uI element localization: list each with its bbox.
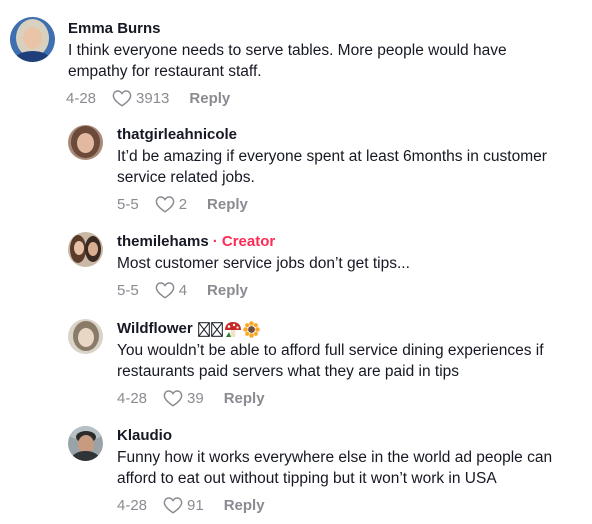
comment-username[interactable]: Emma Burns [68, 19, 161, 39]
comment-text-line: restaurants paid servers what they are p… [117, 363, 460, 380]
comment-date: 4-28 [117, 496, 148, 514]
comment-text-line: It’d be amazing if everyone spent at lea… [117, 148, 547, 165]
like-count: 4 [178, 281, 188, 299]
like-count: 39 [187, 389, 204, 407]
avatar[interactable] [68, 319, 103, 354]
comment-date: 4-28 [117, 389, 148, 407]
comment-text: Most customer service jobs don’t get tip… [117, 253, 410, 274]
comment-text-line: Funny how it works everywhere else in th… [117, 449, 553, 466]
comment-text-line: Most customer service jobs don’t get tip… [117, 255, 410, 272]
comment-text-line: I think everyone needs to serve tables. … [68, 42, 507, 59]
username-emojis [197, 320, 260, 338]
reply-button[interactable]: Reply [207, 196, 248, 213]
comment-username[interactable]: thatgirleahnicole [117, 125, 237, 145]
comment-date: 5-5 [117, 281, 139, 299]
comment-item: Emma Burns I think everyone needs to ser… [10, 17, 507, 109]
comment-date: 4-28 [66, 89, 97, 107]
comment-item: Wildflower You wouldn’t be able to affor… [68, 319, 544, 409]
comment-username[interactable]: Wildflower [117, 319, 193, 339]
comment-item: thatgirleahnicole It’d be amazing if eve… [68, 125, 547, 215]
mushroom-icon [224, 321, 241, 337]
like-count: 3913 [136, 89, 170, 107]
avatar[interactable] [68, 125, 103, 160]
reply-button[interactable]: Reply [224, 497, 265, 514]
comment-text-line: You wouldn’t be able to afford full serv… [117, 342, 544, 359]
reply-button[interactable]: Reply [224, 390, 265, 407]
like-button[interactable]: 91 [163, 496, 204, 514]
comment-text-line: empathy for restaurant staff. [68, 63, 262, 80]
like-button[interactable]: 4 [155, 281, 187, 299]
comment-username[interactable]: Klaudio [117, 426, 172, 446]
avatar[interactable] [10, 17, 55, 62]
sunflower-icon [242, 320, 260, 338]
comment-text: You wouldn’t be able to afford full serv… [117, 340, 544, 382]
comment-item: themilehams · Creator Most customer serv… [68, 232, 410, 301]
reply-button[interactable]: Reply [207, 282, 248, 299]
like-button[interactable]: 39 [163, 389, 204, 407]
comment-text: I think everyone needs to serve tables. … [68, 40, 507, 82]
comment-item: Klaudio Funny how it works everywhere el… [68, 426, 552, 516]
heart-icon [155, 196, 175, 213]
comment-text-line: service related jobs. [117, 169, 255, 186]
comment-text: It’d be amazing if everyone spent at lea… [117, 146, 547, 188]
missing-glyph-icon [210, 321, 223, 337]
comment-date: 5-5 [117, 195, 139, 213]
avatar[interactable] [68, 232, 103, 267]
creator-badge: · Creator [212, 233, 276, 250]
reply-button[interactable]: Reply [189, 90, 230, 107]
like-count: 91 [187, 496, 204, 514]
comment-text: Funny how it works everywhere else in th… [117, 447, 552, 489]
comment-text-line: afford to eat out without tipping but it… [117, 470, 497, 487]
like-count: 2 [178, 195, 188, 213]
heart-icon [163, 390, 183, 407]
heart-icon [155, 282, 175, 299]
comment-username[interactable]: themilehams [117, 232, 209, 252]
avatar[interactable] [68, 426, 103, 461]
like-button[interactable]: 2 [155, 195, 187, 213]
like-button[interactable]: 3913 [112, 89, 169, 107]
heart-icon [112, 90, 132, 107]
missing-glyph-icon [197, 321, 210, 337]
heart-icon [163, 497, 183, 514]
